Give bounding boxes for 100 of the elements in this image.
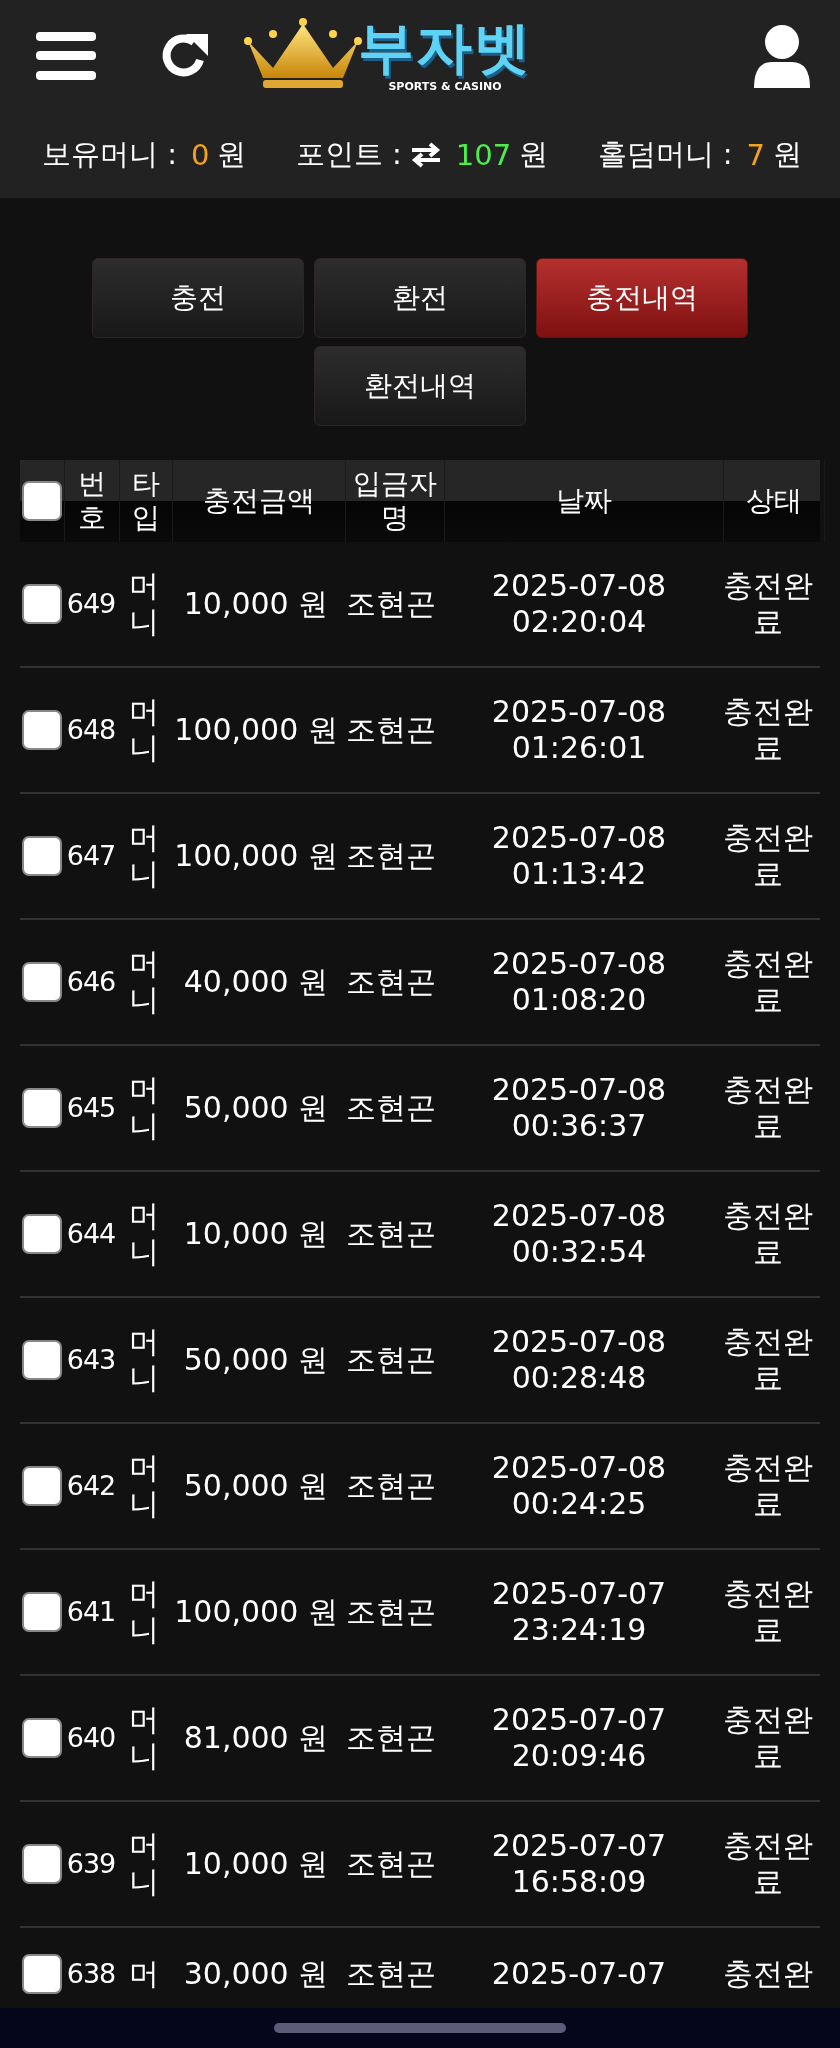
- table-cell-text: 647: [66, 839, 116, 873]
- logo-title: 부자벳: [358, 16, 532, 80]
- table-cell-text: 2025-07-07 23:24:19: [490, 1576, 668, 1648]
- table-cell: 81,000 원: [183, 1720, 329, 1756]
- table-cell-text: 643: [66, 1343, 116, 1377]
- table-cell: 머니: [128, 1576, 160, 1648]
- table-cell: 머니: [128, 820, 160, 892]
- table-cell-text: 2025-07-08 01:08:20: [490, 946, 668, 1018]
- table-cell: 머니: [128, 1198, 160, 1270]
- balance-value: 0: [191, 138, 210, 172]
- table-cell-text: 2025-07-08 00:28:48: [490, 1324, 668, 1396]
- table-cell-text: 644: [66, 1217, 116, 1251]
- table-cell: 조현곤: [346, 1956, 436, 1992]
- table-cell: 10,000 원: [183, 1216, 329, 1252]
- table-cell-text: 642: [66, 1469, 116, 1503]
- column-header: 타입: [120, 460, 173, 542]
- table-cell: 머니: [128, 946, 160, 1018]
- table-cell-text: 649: [66, 587, 116, 621]
- user-icon[interactable]: [752, 24, 812, 88]
- table-cell-text: 645: [66, 1091, 116, 1125]
- table-cell: 충전완료: [722, 946, 814, 1018]
- table-cell: 머니: [128, 568, 160, 640]
- column-header: 날짜: [445, 460, 724, 542]
- table-cell: 30,000 원: [183, 1956, 329, 1992]
- balance-value: 7: [746, 138, 765, 172]
- table-cell-text: 639: [66, 1847, 116, 1881]
- table-cell: 100,000 원: [174, 1594, 338, 1630]
- exchange-icon: [409, 142, 442, 168]
- table-cell: 충전완료: [722, 820, 814, 892]
- table-cell-text: 2025-07-07 16:58:09: [490, 1828, 668, 1900]
- table-cell: 충전완료: [722, 694, 814, 766]
- checkbox[interactable]: [22, 1718, 62, 1758]
- table-cell: 조현곤: [346, 964, 436, 1000]
- column-header: 입금자명: [346, 460, 445, 542]
- balance-label: 보유머니 :: [42, 136, 177, 173]
- table-cell: 머니: [128, 1702, 160, 1774]
- checkbox[interactable]: [22, 1466, 62, 1506]
- menu-icon[interactable]: [36, 32, 96, 80]
- checkbox[interactable]: [22, 584, 62, 624]
- table-cell: 조현곤: [346, 1594, 436, 1630]
- table-cell: 충전완료: [722, 1702, 814, 1774]
- checkbox[interactable]: [22, 1340, 62, 1380]
- table-cell-text: 2025-07-08 00:36:37: [490, 1072, 668, 1144]
- table-cell: 머니: [128, 694, 160, 766]
- checkbox[interactable]: [22, 1844, 62, 1884]
- table-cell-text: 2025-07-07: [490, 1956, 668, 1992]
- tab[interactable]: 환전내역: [314, 346, 526, 426]
- table-cell: 충전완: [722, 1956, 814, 1992]
- table-cell: 조현곤: [346, 712, 436, 748]
- table-cell: 10,000 원: [183, 1846, 329, 1882]
- table-cell: 10,000 원: [183, 586, 329, 622]
- table-cell: 머니: [128, 1828, 160, 1900]
- table-cell: 충전완료: [722, 568, 814, 640]
- column-header: 충전금액: [173, 460, 346, 542]
- table-cell: 머니: [128, 1072, 160, 1144]
- checkbox[interactable]: [22, 1954, 62, 1994]
- checkbox[interactable]: [22, 1592, 62, 1632]
- table-cell: 조현곤: [346, 1846, 436, 1882]
- table-cell-text: 646: [66, 965, 116, 999]
- table-cell: 충전완료: [722, 1576, 814, 1648]
- table-cell: 조현곤: [346, 838, 436, 874]
- table-cell: 조현곤: [346, 1090, 436, 1126]
- table-cell: 충전완료: [722, 1828, 814, 1900]
- table-cell: 머: [128, 1956, 160, 1992]
- table-cell: 100,000 원: [174, 838, 338, 874]
- table-cell-text: 638: [66, 1957, 116, 1991]
- table-cell: 100,000 원: [174, 712, 338, 748]
- checkbox[interactable]: [22, 836, 62, 876]
- currency-unit: 원: [773, 136, 802, 173]
- table-cell-text: 2025-07-08 01:26:01: [490, 694, 668, 766]
- table-cell: 50,000 원: [183, 1468, 329, 1504]
- table-cell-text: 2025-07-07 20:09:46: [490, 1702, 668, 1774]
- table-cell-text: 2025-07-08 01:13:42: [490, 820, 668, 892]
- balance-value: 107: [455, 138, 512, 172]
- checkbox[interactable]: [22, 962, 62, 1002]
- balance-label: 홀덤머니 :: [597, 136, 733, 173]
- table-cell-text: 640: [66, 1721, 116, 1755]
- table-cell: 충전완료: [722, 1324, 814, 1396]
- tab[interactable]: 충전내역: [536, 258, 748, 338]
- column-header: 상태: [724, 460, 825, 542]
- checkbox[interactable]: [22, 710, 62, 750]
- table-cell: 조현곤: [346, 1720, 436, 1756]
- balance-label: 포인트 :: [295, 136, 402, 173]
- table-cell-text: 2025-07-08 00:24:25: [490, 1450, 668, 1522]
- tab[interactable]: 충전: [92, 258, 304, 338]
- column-header: 번호: [65, 460, 120, 542]
- table-cell-text: 2025-07-08 02:20:04: [490, 568, 668, 640]
- table-cell: 조현곤: [346, 1216, 436, 1252]
- table-cell: 충전완료: [722, 1450, 814, 1522]
- checkbox[interactable]: [22, 481, 62, 521]
- table-cell: 충전완료: [722, 1198, 814, 1270]
- checkbox[interactable]: [22, 1088, 62, 1128]
- tab[interactable]: 환전: [314, 258, 526, 338]
- checkbox[interactable]: [22, 1214, 62, 1254]
- table-cell-text: 2025-07-08 00:32:54: [490, 1198, 668, 1270]
- table-cell: 40,000 원: [183, 964, 329, 1000]
- table-cell: 조현곤: [346, 1342, 436, 1378]
- table-cell-text: 641: [66, 1595, 116, 1629]
- table-cell: 50,000 원: [183, 1090, 329, 1126]
- table-cell: 머니: [128, 1324, 160, 1396]
